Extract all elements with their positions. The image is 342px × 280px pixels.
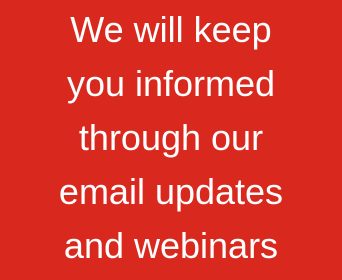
banner-message-line-4: email updates [58,171,284,212]
banner-message-line-1: We will keep [70,9,272,50]
banner-message-line-5: and webinars [63,225,279,266]
banner-message-line-3: through our [78,117,264,158]
banner-message-line-2: you informed [66,63,276,104]
banner-message: We will keep you informed through our em… [0,3,342,273]
info-banner: We will keep you informed through our em… [0,0,342,280]
